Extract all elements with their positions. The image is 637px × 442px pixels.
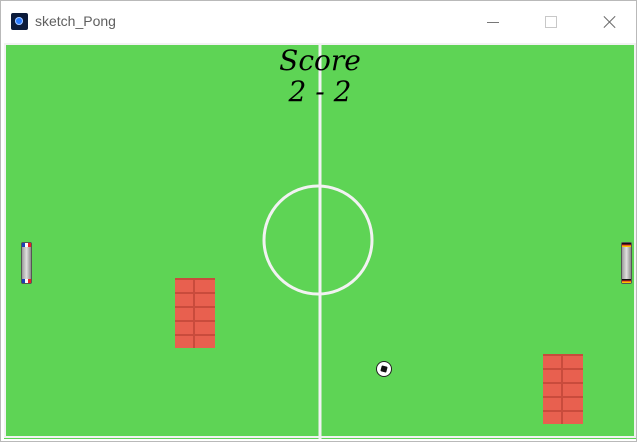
maximize-icon — [545, 16, 557, 28]
brick-obstacle — [543, 354, 583, 424]
title-bar[interactable]: sketch_Pong — [1, 1, 636, 42]
left-flag-stripe-2 — [22, 279, 31, 283]
processing-app-icon — [11, 13, 28, 30]
score-label: Score — [279, 44, 361, 77]
right-flag-stripe-1 — [622, 243, 631, 247]
right-flag-stripe-2 — [622, 279, 631, 283]
app-window: sketch_Pong Score 2 - 2 — [0, 0, 637, 442]
left-paddle — [21, 242, 32, 284]
center-circle — [262, 184, 374, 296]
left-flag-stripe-1 — [22, 243, 31, 247]
brick-obstacle — [175, 278, 215, 348]
close-button[interactable] — [593, 9, 627, 35]
game-field[interactable]: Score 2 - 2 — [4, 43, 636, 439]
soccer-ball — [376, 361, 392, 377]
minimize-icon — [487, 21, 499, 23]
window-title: sketch_Pong — [35, 13, 116, 29]
close-icon — [603, 15, 617, 29]
score-value: 2 - 2 — [288, 75, 352, 108]
maximize-button[interactable] — [534, 9, 568, 35]
right-paddle — [621, 242, 632, 284]
minimize-button[interactable] — [476, 9, 510, 35]
